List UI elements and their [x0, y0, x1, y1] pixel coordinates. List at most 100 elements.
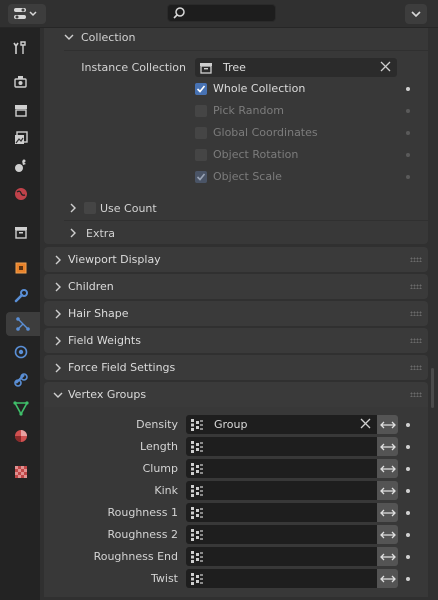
vertex-group-label: Length	[140, 440, 178, 453]
tab-output[interactable]	[8, 98, 34, 122]
invert-toggle-button[interactable]	[377, 415, 398, 434]
tab-modifiers[interactable]	[8, 284, 34, 308]
use-count-subpanel-header[interactable]: Use Count	[64, 196, 432, 220]
editor-type-button[interactable]	[8, 4, 46, 24]
animate-property-dot[interactable]	[406, 131, 410, 135]
tab-scene[interactable]	[8, 154, 34, 178]
vertex-group-field[interactable]	[186, 481, 377, 500]
checkbox-box	[195, 170, 207, 183]
object-rotation-checkbox[interactable]: Object Rotation	[195, 148, 298, 161]
animate-property-dot[interactable]	[406, 109, 410, 113]
pick-random-checkbox[interactable]: Pick Random	[195, 104, 284, 117]
vertex-group-field[interactable]: Group	[186, 415, 377, 434]
tab-constraints[interactable]	[8, 368, 34, 392]
output-icon	[15, 105, 27, 117]
tab-collection[interactable]	[8, 220, 34, 244]
vertex-group-field[interactable]	[186, 459, 377, 478]
invert-toggle-button[interactable]	[377, 525, 398, 544]
animate-property-dot[interactable]	[406, 153, 410, 157]
vertex-group-icon	[190, 484, 206, 498]
properties-editor-icon	[14, 8, 37, 19]
invert-toggle-button[interactable]	[377, 503, 398, 522]
vertex-groups-panel-header[interactable]: Vertex Groups	[44, 382, 428, 407]
divider	[64, 50, 428, 51]
instance-collection-value: Tree	[223, 61, 246, 74]
scene-icon	[15, 159, 26, 172]
vertex-group-label: Roughness End	[93, 550, 178, 563]
invert-toggle-button[interactable]	[377, 437, 398, 456]
collection-subpanel-header[interactable]: Collection	[60, 25, 428, 49]
checkbox-box	[195, 82, 207, 95]
properties-content: Collection Instance Collection Tree Whol…	[40, 28, 438, 600]
vertex-groups-label: Vertex Groups	[68, 388, 147, 401]
animate-property-dot[interactable]	[406, 555, 410, 559]
tab-render[interactable]	[8, 70, 34, 94]
force-field-settings-panel-header[interactable]: Force Field Settings	[44, 355, 428, 380]
tab-view-layer[interactable]	[8, 126, 34, 150]
instance-collection-field[interactable]: Tree	[195, 58, 397, 77]
vertex-group-field[interactable]	[186, 503, 377, 522]
tab-object[interactable]	[8, 256, 34, 280]
tab-data[interactable]	[8, 396, 34, 420]
invert-toggle-button[interactable]	[377, 547, 398, 566]
tab-material[interactable]	[8, 424, 34, 448]
pick-random-label: Pick Random	[213, 104, 284, 117]
vertex-group-field[interactable]	[186, 525, 377, 544]
tab-particles[interactable]	[6, 312, 40, 336]
extra-subpanel-header[interactable]: Extra	[64, 221, 432, 245]
tab-tool[interactable]	[8, 36, 34, 60]
drag-handle-icon[interactable]	[410, 257, 422, 262]
whole-collection-checkbox[interactable]: Whole Collection	[195, 82, 305, 95]
chevron-down-icon	[60, 33, 78, 41]
invert-arrows-icon	[379, 574, 396, 584]
children-panel-header[interactable]: Children	[44, 274, 428, 299]
field-weights-panel-header[interactable]: Field Weights	[44, 328, 428, 353]
tab-world[interactable]	[8, 182, 34, 206]
animate-property-dot[interactable]	[406, 511, 410, 515]
animate-property-dot[interactable]	[406, 87, 410, 91]
object-scale-checkbox[interactable]: Object Scale	[195, 170, 282, 183]
close-icon[interactable]	[380, 61, 391, 75]
chevron-right-icon	[64, 203, 82, 213]
animate-property-dot[interactable]	[406, 533, 410, 537]
animate-property-dot[interactable]	[406, 445, 410, 449]
global-coordinates-checkbox[interactable]: Global Coordinates	[195, 126, 318, 139]
vertex-group-value: Group	[214, 418, 248, 431]
tab-physics[interactable]	[8, 340, 34, 364]
render-icon	[14, 76, 27, 88]
invert-arrows-icon	[379, 442, 396, 452]
hair-shape-panel-header[interactable]: Hair Shape	[44, 301, 428, 326]
drag-handle-icon[interactable]	[410, 311, 422, 316]
options-dropdown-button[interactable]	[405, 4, 427, 24]
wrench-icon	[14, 289, 28, 303]
drag-handle-icon[interactable]	[410, 365, 422, 370]
animate-property-dot[interactable]	[406, 423, 410, 427]
scrollbar[interactable]	[431, 368, 434, 408]
animate-property-dot[interactable]	[406, 175, 410, 179]
vertex-group-field[interactable]	[186, 437, 377, 456]
drag-handle-icon[interactable]	[410, 284, 422, 289]
animate-property-dot[interactable]	[406, 467, 410, 471]
checkbox-box	[195, 104, 207, 117]
vertex-group-icon	[190, 550, 206, 564]
close-icon[interactable]	[360, 418, 371, 432]
drag-handle-icon[interactable]	[410, 392, 422, 397]
invert-toggle-button[interactable]	[377, 569, 398, 588]
tab-texture[interactable]	[8, 460, 34, 484]
use-count-checkbox[interactable]	[84, 202, 96, 214]
animate-property-dot[interactable]	[406, 577, 410, 581]
animate-property-dot[interactable]	[406, 489, 410, 493]
viewport-display-panel-header[interactable]: Viewport Display	[44, 247, 428, 272]
vertex-group-icon	[190, 462, 206, 476]
search-input[interactable]	[167, 4, 276, 22]
hair-shape-label: Hair Shape	[68, 307, 129, 320]
global-coordinates-label: Global Coordinates	[213, 126, 318, 139]
field-weights-label: Field Weights	[68, 334, 141, 347]
vertex-group-field[interactable]	[186, 569, 377, 588]
vertex-group-field[interactable]	[186, 547, 377, 566]
invert-toggle-button[interactable]	[377, 481, 398, 500]
invert-toggle-button[interactable]	[377, 459, 398, 478]
vertex-group-label: Twist	[151, 572, 178, 585]
viewport-display-label: Viewport Display	[68, 253, 161, 266]
drag-handle-icon[interactable]	[410, 338, 422, 343]
